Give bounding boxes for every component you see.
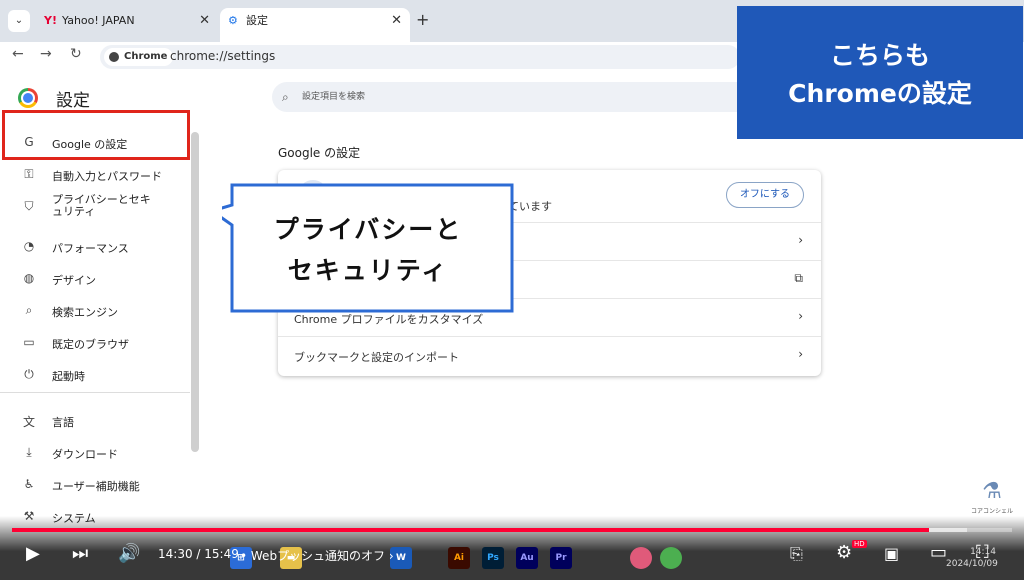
sidebar-item[interactable]: ⏻ 起動時 [0,360,190,390]
chrome-chip[interactable]: Chrome [104,48,174,66]
section-title: Google の設定 [278,146,361,160]
premiere-icon[interactable]: Pr [550,547,572,569]
callout-shape [222,183,514,313]
sidebar-item-label: 自動入力とパスワード [52,170,162,183]
search-placeholder: 設定項目を検索 [302,92,366,102]
sidebar-item[interactable]: ♿ ユーザー補助機能 [0,470,190,500]
sidebar-item[interactable]: ▭ 既定のブラウザ [0,328,190,358]
tab-settings[interactable]: ⚙ 設定 ✕ [220,8,410,42]
caption-box: こちらも Chromeの設定 [737,6,1023,139]
clock-time: 14:14 [970,547,996,557]
sidebar-item-label: 検索エンジン [52,306,118,319]
reload-icon[interactable]: ↻ [70,46,82,62]
gear-icon: ⚙ [228,14,238,27]
sidebar-item[interactable]: ⤓ ダウンロード [0,438,190,468]
clock-date: 2024/10/09 [946,559,998,569]
url-text: chrome://settings [170,49,276,63]
sidebar-item[interactable]: ◔ パフォーマンス [0,232,190,262]
theater-mode-icon[interactable]: ▭ [930,542,947,563]
sidebar-item[interactable]: 文 言語 [0,406,190,436]
page-title: 設定 [56,91,90,111]
photoshop-icon[interactable]: Ps [482,547,504,569]
callout-bubble: プライバシーと セキュリティ [222,183,514,313]
app-icon[interactable] [630,547,652,569]
new-tab-button[interactable]: + [416,10,429,29]
chip-label: Chrome [124,51,168,62]
privacy-highlight-box [2,110,190,160]
chrome-icon [109,52,119,62]
sidebar-item[interactable]: ⌕ 検索エンジン [0,296,190,326]
forward-icon[interactable]: → [40,46,52,62]
translate-icon: 文 [22,415,35,429]
sidebar-item-label: 既定のブラウザ [52,338,129,351]
sidebar-item-label: パフォーマンス [52,242,129,255]
hd-badge: HD [852,540,867,548]
settings-row-import-bookmarks[interactable]: ブックマークと設定のインポート › [278,336,821,374]
time-display: 14:30 / 15:49 [158,547,239,561]
tab-label: 設定 [246,14,268,27]
sidebar-item-label: デザイン [52,274,96,287]
palette-icon: ◍ [23,271,35,285]
progress-played [12,528,929,532]
tab-search-dropdown[interactable]: ⌄ [8,10,30,32]
yahoo-favicon-icon: Y! [44,14,57,27]
browser-window-icon: ▭ [23,335,35,349]
taskbar-clock: 14:14 2024/10/09 [946,546,998,570]
settings-sidebar: G Google の設定 ⚿ 自動入力とパスワード ⛉ プライバシーとセキュリティ ◔ パフォ… [0,122,195,538]
sidebar-item[interactable]: ◍ デザイン [0,264,190,294]
next-icon[interactable]: ⏭ [72,543,88,564]
illustrator-icon[interactable]: Ai [448,547,470,569]
tab-label: Yahoo! JAPAN [62,14,135,27]
back-icon[interactable]: ← [12,46,24,62]
audition-icon[interactable]: Au [516,547,538,569]
external-link-icon: ⧉ [794,271,803,285]
row-label: Chrome プロファイルをカスタマイズ [294,313,484,326]
search-icon: ⌕ [25,303,33,317]
close-icon[interactable]: ✕ [199,8,210,34]
chevron-right-icon: › [798,309,803,323]
volume-icon[interactable]: 🔊 [118,543,140,564]
miniplayer-icon[interactable]: ▣ [884,544,899,563]
sidebar-item-label: 言語 [52,416,74,429]
sidebar-item[interactable]: ⛉ プライバシーとセキュリティ [0,192,190,232]
sidebar-item-label: 起動時 [52,370,85,383]
sync-status-text: ています [508,200,552,213]
turn-off-sync-button[interactable]: オフにする [726,182,804,208]
caption-line-1: こちらも [829,41,930,70]
sidebar-divider [0,392,190,393]
shield-icon: ⛉ [24,199,34,213]
sidebar-item-label: ダウンロード [52,448,118,461]
download-icon: ⤓ [26,445,32,459]
power-icon: ⏻ [24,367,34,381]
chevron-right-icon: › [798,233,803,247]
speedometer-icon: ◔ [23,239,35,253]
callout-line-1: プライバシーと [273,215,463,244]
accessibility-icon: ♿ [23,477,35,491]
row-label: ブックマークと設定のインポート [294,351,459,364]
watermark-text: コアコンシェル [970,508,1013,515]
settings-search-input[interactable]: ⌕ 設定項目を検索 [272,82,752,112]
close-icon[interactable]: ✕ [391,8,402,34]
sidebar-item-label: プライバシーとセキュリティ [52,193,151,218]
search-icon: ⌕ [282,90,289,104]
sidebar-scrollbar[interactable] [191,132,199,452]
sidebar-item-label: ユーザー補助機能 [52,480,140,493]
settings-gear-icon[interactable]: ⚙ [836,542,852,563]
callout-line-2: セキュリティ [287,256,449,285]
chrome-logo-icon [18,88,38,108]
omnibox[interactable]: Chrome chrome://settings [100,45,740,69]
chrome-taskbar-icon[interactable] [660,547,682,569]
key-icon: ⚿ [24,167,34,181]
tab-yahoo[interactable]: Y! Yahoo! JAPAN ✕ [36,8,218,42]
chevron-right-icon: › [798,347,803,361]
watermark-logo-icon: ⚗ [982,479,1002,504]
play-icon[interactable]: ▶ [26,543,40,564]
sidebar-item[interactable]: ⚿ 自動入力とパスワード [0,160,190,190]
chapter-title[interactable]: • Webプッシュ通知のオフ › [240,547,394,564]
caption-line-2: Chromeの設定 [788,79,972,108]
subtitles-icon[interactable]: ⎘ [790,544,803,564]
